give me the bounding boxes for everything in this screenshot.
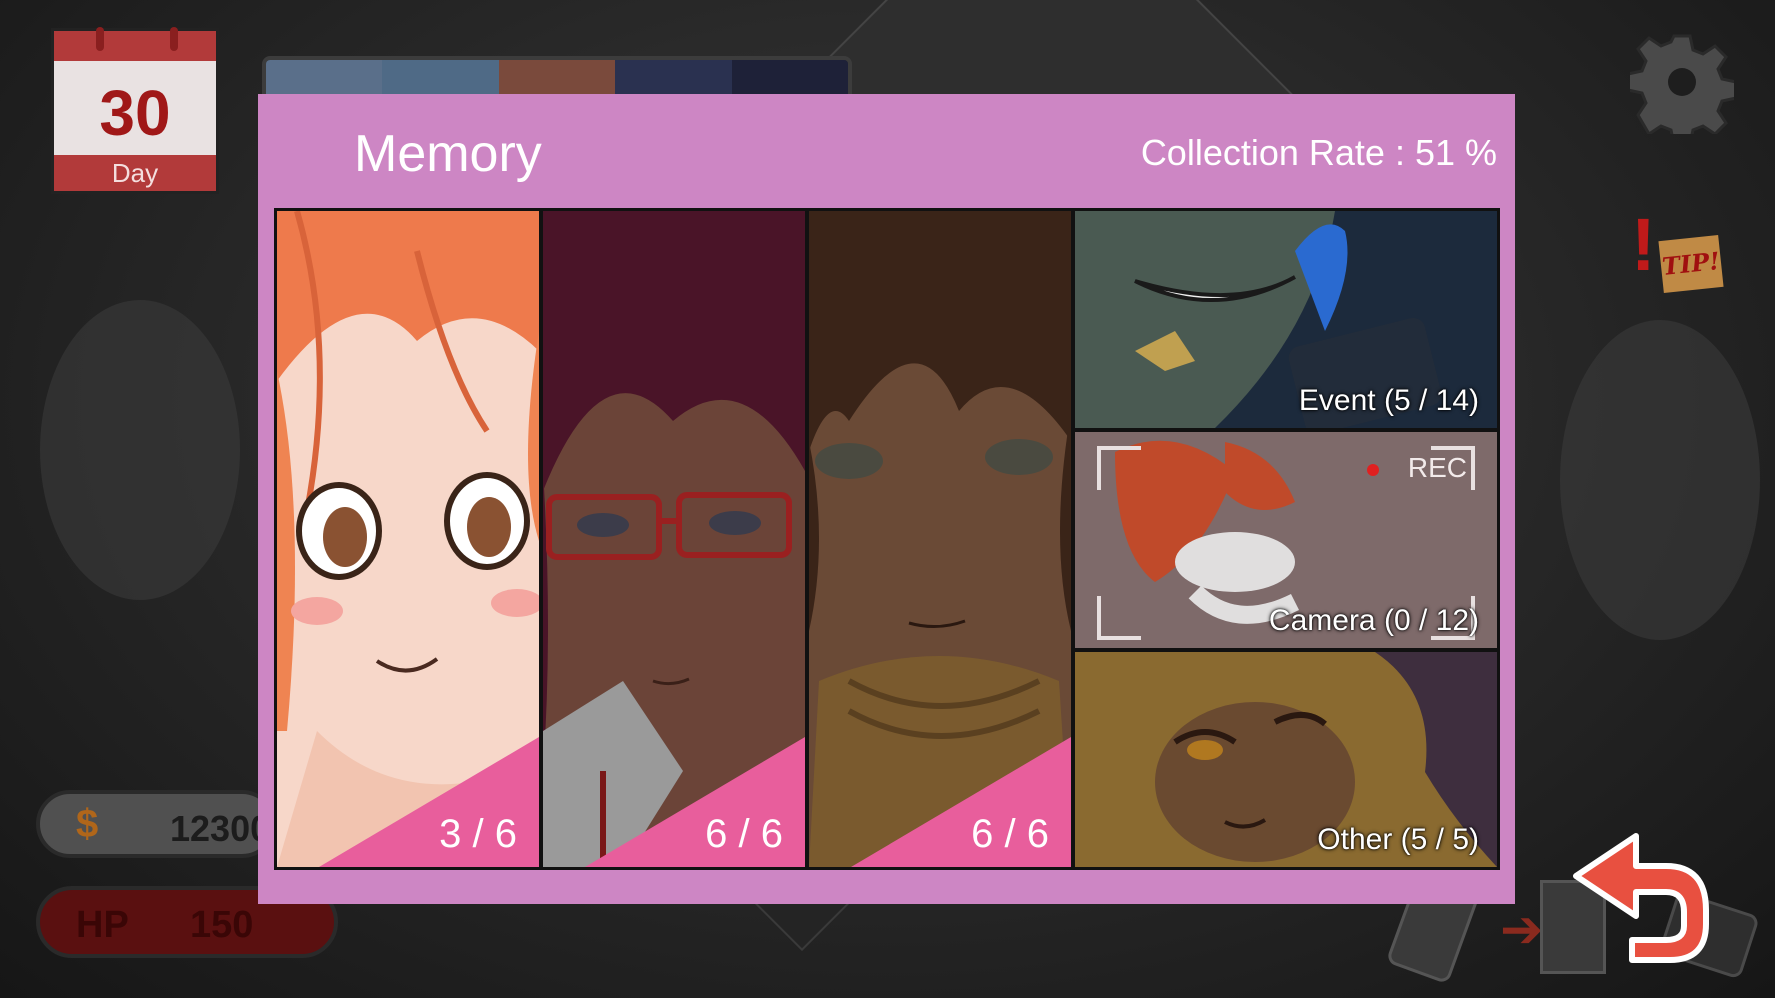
- tip-note: TIP!: [1658, 235, 1724, 293]
- hp-value: 150: [190, 904, 254, 946]
- character-card-3[interactable]: 6 / 6: [809, 211, 1071, 867]
- rec-indicator: REC: [1407, 452, 1467, 483]
- exit-arrow-icon: ➔: [1500, 901, 1544, 959]
- character-2-count: 6 / 6: [705, 812, 783, 856]
- calendar-ring: [170, 27, 178, 51]
- memory-grid: 3 / 6 6 / 6 6 / 6 Event (5 / 14) REC Cam…: [274, 208, 1500, 870]
- day-label: Day: [54, 155, 216, 191]
- collection-rate: Collection Rate : 51 %: [1140, 132, 1497, 173]
- tip-button[interactable]: ! TIP!: [1625, 203, 1725, 300]
- event-category[interactable]: Event (5 / 14): [1075, 211, 1497, 428]
- calendar-header: [54, 31, 216, 61]
- character-card-2[interactable]: 6 / 6: [543, 211, 805, 867]
- other-label: Other (5 / 5): [1317, 823, 1479, 856]
- camera-label: Camera (0 / 12): [1268, 604, 1479, 637]
- money-icon: $: [76, 802, 99, 846]
- calendar-ring: [96, 27, 104, 51]
- bg-texture: [40, 300, 240, 600]
- day-number: 30: [99, 77, 171, 149]
- settings-gear-icon[interactable]: [1626, 30, 1738, 146]
- exclamation-icon: !: [1631, 203, 1656, 286]
- camera-frame-corner: [1097, 446, 1141, 490]
- character-1-count: 3 / 6: [439, 812, 517, 856]
- character-3-count: 6 / 6: [971, 812, 1049, 856]
- bg-texture: [1560, 320, 1760, 640]
- other-category[interactable]: Other (5 / 5): [1075, 652, 1497, 867]
- hp-label: HP: [76, 904, 129, 946]
- camera-category[interactable]: REC Camera (0 / 12): [1075, 432, 1497, 648]
- rec-dot-icon: [1367, 464, 1379, 476]
- camera-frame-corner: [1097, 596, 1141, 640]
- back-arrow-icon[interactable]: [1566, 826, 1716, 966]
- money-display: $ 12300: [36, 790, 276, 858]
- memory-panel: Memory Collection Rate : 51 % 3 / 6 6 / …: [258, 94, 1515, 904]
- day-calendar: 30 Day: [51, 27, 219, 194]
- money-value: 12300: [170, 808, 271, 849]
- panel-title: Memory: [354, 125, 542, 183]
- event-label: Event (5 / 14): [1298, 384, 1479, 417]
- character-card-1[interactable]: 3 / 6: [277, 211, 539, 867]
